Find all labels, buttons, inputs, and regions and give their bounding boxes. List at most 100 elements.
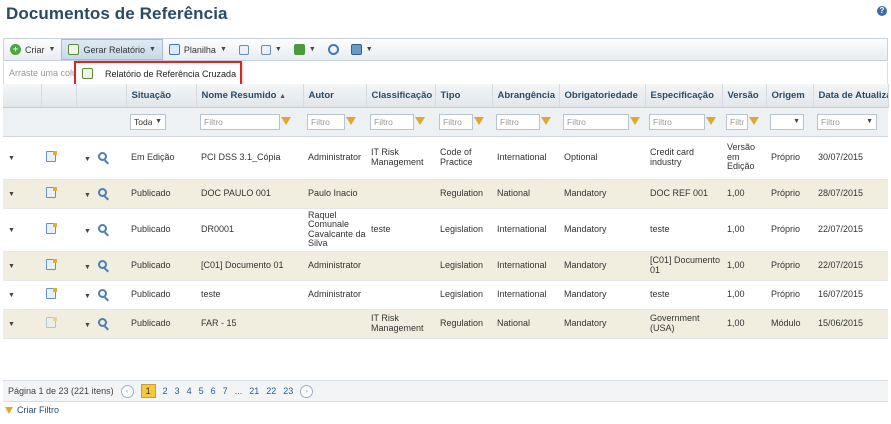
col-especificacao[interactable]: Especificação bbox=[645, 84, 723, 108]
col-autor[interactable]: Autor bbox=[303, 84, 367, 108]
chevron-down-icon[interactable]: ▼ bbox=[84, 156, 91, 163]
view-details-icon[interactable] bbox=[98, 151, 108, 161]
situacao-filter-select[interactable]: Todas▼ bbox=[130, 113, 166, 130]
view-details-icon[interactable] bbox=[98, 288, 108, 298]
col-situacao[interactable]: Situação bbox=[126, 84, 197, 108]
col-obrigatoriedade[interactable]: Obrigatoriedade bbox=[559, 84, 646, 108]
create-filter-button[interactable]: Criar Filtro bbox=[5, 405, 59, 415]
view-details-icon[interactable] bbox=[98, 259, 108, 269]
view-details-icon[interactable] bbox=[98, 187, 108, 197]
edit-document-icon[interactable] bbox=[46, 258, 57, 270]
col-data-atualizacao[interactable]: Data de Atualização bbox=[813, 84, 889, 108]
filter-icon[interactable] bbox=[630, 116, 640, 125]
next-page-button[interactable]: › bbox=[300, 384, 314, 398]
cell-situacao: Publicado bbox=[126, 179, 196, 209]
cell-origem: Próprio bbox=[766, 208, 813, 252]
filter-icon[interactable] bbox=[415, 116, 425, 125]
table-row[interactable]: ▼ ▼ Publicado DOC PAULO 001 Paulo Inacio Reg… bbox=[3, 179, 888, 209]
report-dropdown-menu: Relatório de Referência Cruzada bbox=[74, 61, 242, 86]
table-row[interactable]: ▼ ▼ Publicado teste Administrator Legislatio… bbox=[3, 280, 888, 310]
prev-page-button[interactable]: ‹ bbox=[120, 384, 134, 398]
filter-icon[interactable] bbox=[346, 116, 356, 125]
pagination: Página 1 de 23 (221 itens) ‹ 1 2 3 4 5 6 7... 2… bbox=[3, 380, 888, 402]
chevron-down-icon: ▼ bbox=[866, 118, 873, 125]
chevron-down-icon[interactable]: ▼ bbox=[84, 322, 91, 329]
col-versao[interactable]: Versão bbox=[722, 84, 767, 108]
nome-filter-input[interactable]: Filtro bbox=[200, 113, 291, 130]
hierarchy-button[interactable] bbox=[233, 39, 255, 60]
export-button[interactable]: ▼ bbox=[288, 39, 322, 60]
edit-document-icon[interactable] bbox=[46, 316, 57, 328]
classificacao-filter-input[interactable]: Filtro bbox=[370, 113, 425, 130]
page-link[interactable]: 2 bbox=[163, 386, 168, 396]
row-expand-icon[interactable]: ▼ bbox=[8, 155, 15, 162]
row-expand-icon[interactable]: ▼ bbox=[8, 191, 15, 198]
page-link[interactable]: 23 bbox=[283, 386, 293, 396]
page-link[interactable]: 3 bbox=[175, 386, 180, 396]
page-list: 1 2 3 4 5 6 7... 21 22 23 bbox=[140, 384, 293, 398]
page-link[interactable]: 22 bbox=[266, 386, 276, 396]
table-body: ▼ ▼ Em Edição PCI DSS 3.1_Cópia Administrat… bbox=[3, 136, 888, 339]
table-row[interactable]: ▼ ▼ Em Edição PCI DSS 3.1_Cópia Administrat… bbox=[3, 136, 888, 180]
menu-item-cross-reference-report[interactable]: Relatório de Referência Cruzada bbox=[105, 69, 236, 79]
page-link[interactable]: 4 bbox=[187, 386, 192, 396]
chevron-down-icon[interactable]: ▼ bbox=[84, 264, 91, 271]
col-expand bbox=[3, 84, 42, 108]
filter-icon[interactable] bbox=[706, 116, 716, 125]
view-details-icon[interactable] bbox=[98, 223, 108, 233]
table-row[interactable]: ▼ ▼ Publicado DR0001 Raquel Comunale Cavalc… bbox=[3, 208, 888, 252]
origem-filter-select[interactable]: ▼ bbox=[770, 113, 804, 130]
especificacao-filter-input[interactable]: Filtro bbox=[649, 113, 716, 130]
col-nome-resumido[interactable]: Nome Resumido ▲ bbox=[196, 84, 304, 108]
tipo-filter-input[interactable]: Filtro bbox=[439, 113, 484, 130]
edit-document-icon[interactable] bbox=[46, 186, 57, 198]
edit-document-icon[interactable] bbox=[46, 150, 57, 162]
help-icon[interactable]: ? bbox=[877, 6, 887, 16]
view-details-icon[interactable] bbox=[98, 317, 108, 327]
col-tipo[interactable]: Tipo bbox=[435, 84, 493, 108]
copy-button[interactable]: ▼ bbox=[255, 39, 288, 60]
page-link[interactable]: 7 bbox=[223, 386, 228, 396]
row-expand-icon[interactable]: ▼ bbox=[8, 292, 15, 299]
chevron-down-icon[interactable]: ▼ bbox=[84, 293, 91, 300]
page-link[interactable]: 21 bbox=[249, 386, 259, 396]
cell-data: 15/06/2015 bbox=[813, 309, 888, 339]
col-classificacao[interactable]: Classificação bbox=[366, 84, 436, 108]
documents-table: Situação Nome Resumido ▲ Autor Classific… bbox=[3, 84, 889, 339]
table-row[interactable]: ▼ ▼ Publicado FAR - 15 IT Risk Management Re… bbox=[3, 309, 888, 339]
refresh-button[interactable] bbox=[322, 39, 345, 60]
page-link[interactable]: 1 bbox=[140, 384, 156, 398]
chevron-down-icon[interactable]: ▼ bbox=[84, 228, 91, 235]
cell-origem: Próprio bbox=[766, 251, 813, 281]
situacao-filter-value: Todas bbox=[134, 116, 152, 127]
page-link[interactable]: 6 bbox=[211, 386, 216, 396]
filter-icon[interactable] bbox=[749, 116, 759, 125]
abrangencia-filter-input[interactable]: Filtro bbox=[496, 113, 551, 130]
table-row[interactable]: ▼ ▼ Publicado [C01] Documento 01 Administra… bbox=[3, 251, 888, 281]
data-filter-input[interactable]: Filtro ▼ bbox=[817, 113, 877, 130]
row-expand-icon[interactable]: ▼ bbox=[8, 227, 15, 234]
col-abrangencia[interactable]: Abrangência bbox=[492, 84, 560, 108]
row-expand-icon[interactable]: ▼ bbox=[8, 321, 15, 328]
cell-tipo: Legislation bbox=[435, 251, 492, 281]
autor-filter-input[interactable]: Filtro bbox=[307, 113, 356, 130]
edit-document-icon[interactable] bbox=[46, 222, 57, 234]
edit-document-icon[interactable] bbox=[46, 287, 57, 299]
cell-especificacao: Government (USA) bbox=[645, 309, 722, 339]
filter-icon[interactable] bbox=[541, 116, 551, 125]
cell-origem: Próprio bbox=[766, 280, 813, 310]
spreadsheet-button[interactable]: Planilha ▼ bbox=[163, 39, 233, 60]
edit-button[interactable]: ▼ bbox=[345, 39, 379, 60]
create-button[interactable]: + Criar ▼ bbox=[4, 39, 61, 60]
generate-report-button[interactable]: Gerar Relatório ▼ bbox=[61, 39, 163, 60]
generate-report-label: Gerar Relatório bbox=[83, 44, 145, 55]
versao-filter-input[interactable]: Filtro bbox=[726, 113, 759, 130]
row-expand-icon[interactable]: ▼ bbox=[8, 263, 15, 270]
page-link[interactable]: 5 bbox=[199, 386, 204, 396]
obrigatoriedade-filter-input[interactable]: Filtro bbox=[563, 113, 640, 130]
chevron-down-icon[interactable]: ▼ bbox=[84, 192, 91, 199]
filter-icon[interactable] bbox=[474, 116, 484, 125]
filter-icon[interactable] bbox=[281, 116, 291, 125]
col-origem[interactable]: Origem bbox=[766, 84, 814, 108]
cell-situacao: Em Edição bbox=[126, 136, 196, 180]
